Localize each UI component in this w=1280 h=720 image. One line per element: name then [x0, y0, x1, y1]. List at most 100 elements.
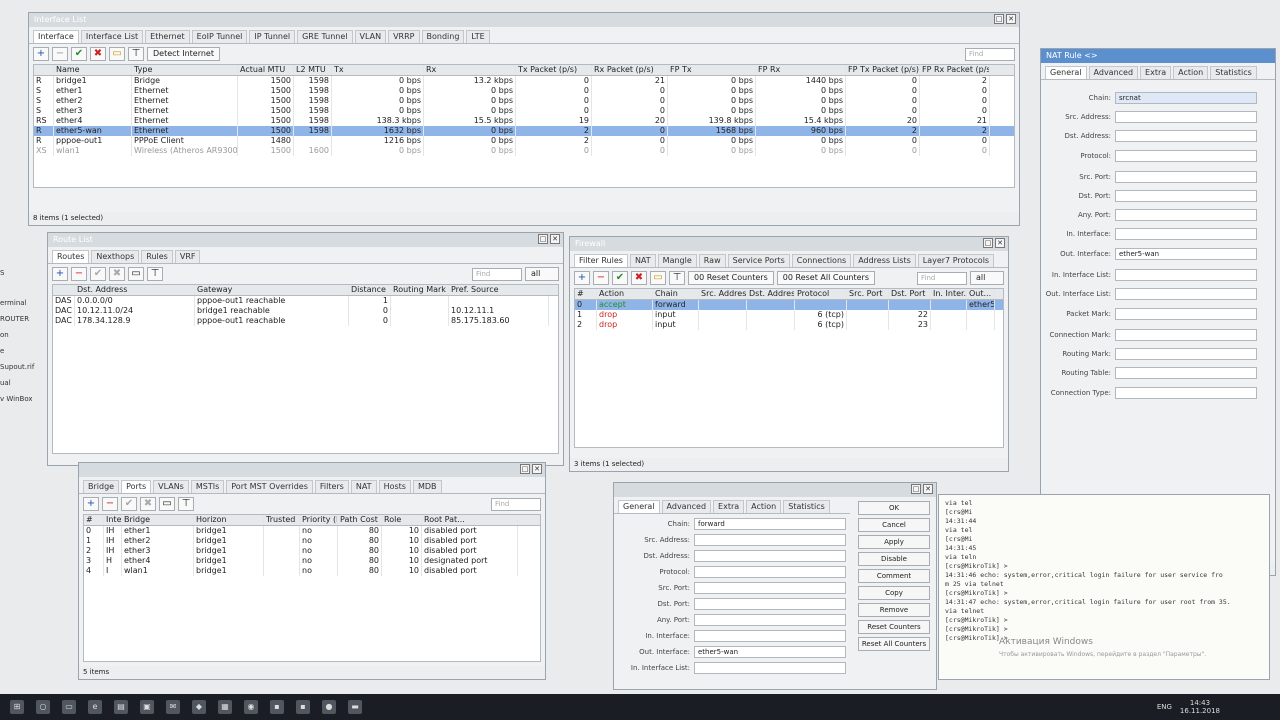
tab-extra[interactable]: Extra [713, 500, 745, 513]
tab-hosts[interactable]: Hosts [378, 480, 411, 493]
field-input[interactable] [694, 550, 846, 562]
tab-interface-list[interactable]: Interface List [80, 30, 144, 43]
close-icon[interactable]: ✕ [1006, 14, 1016, 24]
tab-statistics[interactable]: Statistics [783, 500, 830, 513]
restore-icon[interactable]: □ [994, 14, 1004, 24]
reset-counters-button[interactable]: 00 Reset Counters [688, 271, 774, 285]
tab-advanced[interactable]: Advanced [661, 500, 712, 513]
tab-service-ports[interactable]: Service Ports [727, 254, 790, 267]
mail-icon[interactable]: ✉ [166, 700, 180, 714]
table-row[interactable]: Sether2 Ethernet 1500 1598 0 bps 0 bps 0 0 0 bps… [34, 96, 1014, 106]
comment-icon[interactable]: ▭ [109, 47, 125, 61]
column-header[interactable]: Rx Packet (p/s) [592, 65, 668, 75]
field-input[interactable] [1115, 170, 1257, 183]
desktop-label[interactable]: v WinBox [0, 391, 40, 407]
dialog-button[interactable]: Reset All Counters [858, 637, 930, 651]
window-titlebar[interactable]: Firewall □ ✕ [570, 237, 1008, 251]
language-indicator[interactable]: ENG [1157, 703, 1172, 711]
column-header[interactable]: Name [54, 65, 132, 75]
restore-icon[interactable]: □ [983, 238, 993, 248]
column-header[interactable]: FP Rx [756, 65, 846, 75]
comment-icon[interactable]: ▭ [128, 267, 144, 281]
table-row[interactable]: DAS 0.0.0.0/0 pppoe-out1 reachable 1 [53, 296, 558, 306]
field-input[interactable] [1115, 387, 1257, 399]
tab-lte[interactable]: LTE [466, 30, 490, 43]
field-input[interactable] [694, 598, 846, 610]
field-input[interactable] [1115, 150, 1257, 162]
column-header[interactable]: Bridge [122, 515, 194, 525]
table-row[interactable]: 2 IH ether3 bridge1 no 80 10 disabled port [84, 546, 540, 556]
column-header[interactable]: Src. Address [699, 289, 747, 299]
find-input[interactable]: Find [491, 497, 541, 511]
tab-bridge[interactable]: Bridge [83, 480, 120, 493]
window-titlebar[interactable]: □ ✕ [614, 483, 936, 497]
dialog-button[interactable]: Copy [858, 586, 930, 600]
tab-vrf[interactable]: VRF [174, 250, 201, 263]
find-input[interactable]: Find [472, 267, 522, 281]
tab-vrrp[interactable]: VRRP [388, 30, 420, 43]
column-header[interactable]: Gateway [195, 285, 349, 295]
column-header[interactable]: Horizon [194, 515, 264, 525]
app-icon[interactable]: ◆ [192, 700, 206, 714]
disable-icon[interactable]: ✖ [631, 271, 647, 285]
tab-eoip-tunnel[interactable]: EoIP Tunnel [191, 30, 248, 43]
dialog-button[interactable]: OK [858, 501, 930, 515]
terminal-window[interactable]: via tel [crs@Mi 14:31:44 via tel [crs@Mi 14:3… [938, 494, 1270, 680]
dialog-button[interactable]: Apply [858, 535, 930, 549]
field-input[interactable] [1115, 129, 1257, 142]
tab-vlan[interactable]: VLAN [354, 30, 387, 43]
tab-advanced[interactable]: Advanced [1088, 66, 1139, 79]
filter-icon[interactable]: ⊤ [669, 271, 685, 285]
tab-bonding[interactable]: Bonding [421, 30, 465, 43]
field-input[interactable] [1115, 110, 1257, 123]
enable-icon[interactable]: ✔ [71, 47, 87, 61]
chrome-icon[interactable]: ◉ [244, 700, 258, 714]
dialog-button[interactable]: Reset Counters [858, 620, 930, 634]
column-header[interactable]: Priority (h... [300, 515, 338, 525]
field-input[interactable]: forward [694, 518, 846, 530]
tab-interface[interactable]: Interface [33, 30, 79, 43]
restore-icon[interactable]: □ [520, 464, 530, 474]
field-input[interactable] [1115, 227, 1257, 240]
tab-port-mst-overrides[interactable]: Port MST Overrides [226, 480, 313, 493]
table-row[interactable]: Rbridge1 Bridge 1500 1598 0 bps 13.2 kbps 0 21 0… [34, 76, 1014, 86]
tab-nat[interactable]: NAT [629, 254, 656, 267]
remove-icon[interactable]: − [593, 271, 609, 285]
tab-statistics[interactable]: Statistics [1210, 66, 1257, 79]
column-header[interactable]: Tx Packet (p/s) [516, 65, 592, 75]
close-icon[interactable]: ✕ [995, 238, 1005, 248]
column-header[interactable]: Type [132, 65, 238, 75]
table-row[interactable]: 0 IH ether1 bridge1 no 80 10 disabled port [84, 526, 540, 536]
disable-icon[interactable]: ✖ [140, 497, 156, 511]
field-input[interactable] [694, 630, 846, 642]
field-input[interactable] [694, 534, 846, 546]
table-row[interactable]: Rether5-wan Ethernet 1500 1598 1632 bps 0 bps… [34, 126, 1014, 136]
table-row[interactable]: 3 Hether4 bridge1 no 80 10 designated port [84, 556, 540, 566]
window-titlebar[interactable]: □ ✕ [79, 463, 545, 477]
column-header[interactable]: Dst. Address [747, 289, 795, 299]
window-titlebar[interactable]: NAT Rule <> [1041, 49, 1275, 63]
tab-action[interactable]: Action [746, 500, 782, 513]
add-icon[interactable]: + [52, 267, 68, 281]
table-row[interactable]: 2 drop input 6 (tcp) 23 [575, 320, 1003, 330]
close-icon[interactable]: ✕ [532, 464, 542, 474]
field-input[interactable] [1115, 287, 1257, 300]
desktop-label[interactable]: on [0, 327, 40, 343]
filter-icon[interactable]: ⊤ [178, 497, 194, 511]
column-header[interactable]: Distance [349, 285, 391, 295]
tab-nat[interactable]: NAT [350, 480, 377, 493]
dialog-button[interactable]: Comment [858, 569, 930, 583]
column-header[interactable] [34, 65, 54, 75]
tab-connections[interactable]: Connections [791, 254, 852, 267]
column-header[interactable]: Routing Mark [391, 285, 449, 295]
table-row[interactable]: DAC 178.34.128.9 pppoe-out1 reachable 0 85.1… [53, 316, 558, 326]
dialog-button[interactable]: Remove [858, 603, 930, 617]
column-header[interactable]: Rx [424, 65, 516, 75]
table-row[interactable]: 1 drop input 6 (tcp) 22 [575, 310, 1003, 320]
table-row[interactable]: Rpppoe-out1 PPPoE Client 1480 1216 bps 0 bps… [34, 136, 1014, 146]
tab-vlans[interactable]: VLANs [153, 480, 189, 493]
filter-select[interactable]: all [970, 271, 1004, 285]
column-header[interactable]: Actual MTU [238, 65, 294, 75]
table-row[interactable]: 0acceptforward ether5-... [575, 300, 1003, 310]
disable-icon[interactable]: ✖ [109, 267, 125, 281]
